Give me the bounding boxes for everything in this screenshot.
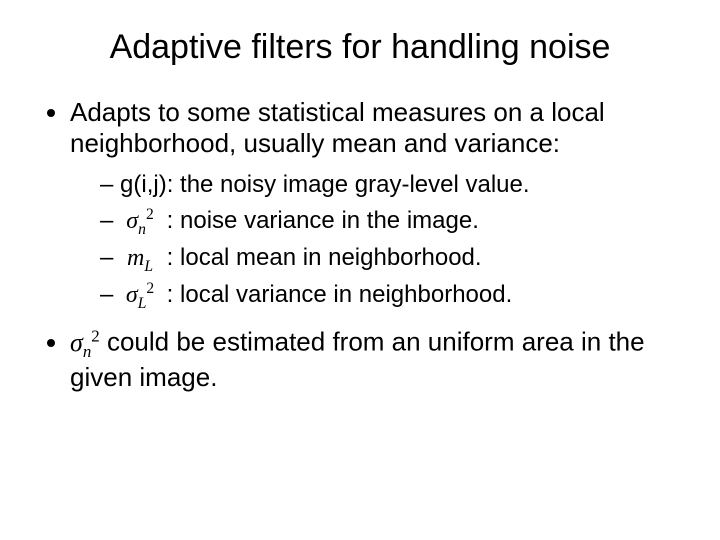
slide: Adaptive filters for handling noise Adap…	[0, 0, 720, 540]
sub-item-m-L: mL : local mean in neighborhood.	[100, 242, 690, 277]
symbol-sigma-n-squared-inline: σn2	[70, 328, 100, 357]
symbol-m-L: mL	[120, 242, 160, 277]
sub-item-sigma-n: σn2 : noise variance in the image.	[100, 204, 690, 240]
bullet-item-1: Adapts to some statistical measures on a…	[70, 97, 690, 314]
symbol-g: g(i,j)	[120, 171, 167, 198]
sub1-text: : the noisy image gray-level value.	[167, 171, 530, 198]
sub-item-sigma-L: σL2 : local variance in neighborhood.	[100, 278, 690, 314]
sub4-text: : local variance in neighborhood.	[160, 281, 512, 308]
bullet-1-text: Adapts to some statistical measures on a…	[70, 97, 605, 158]
bullet-item-2: σn2 could be estimated from an uniform a…	[70, 326, 690, 393]
slide-title: Adaptive filters for handling noise	[30, 28, 690, 67]
bullet-list-level1: Adapts to some statistical measures on a…	[30, 97, 690, 394]
sub-item-g: g(i,j): the noisy image gray-level value…	[100, 169, 690, 201]
bullet-2-text: could be estimated from an uniform area …	[70, 327, 645, 392]
sub3-text: : local mean in neighborhood.	[160, 244, 482, 271]
sub2-text: : noise variance in the image.	[160, 207, 479, 234]
symbol-sigma-L-squared: σL2	[120, 278, 160, 314]
symbol-sigma-n-squared: σn2	[120, 204, 160, 240]
bullet-list-level2: g(i,j): the noisy image gray-level value…	[70, 169, 690, 314]
